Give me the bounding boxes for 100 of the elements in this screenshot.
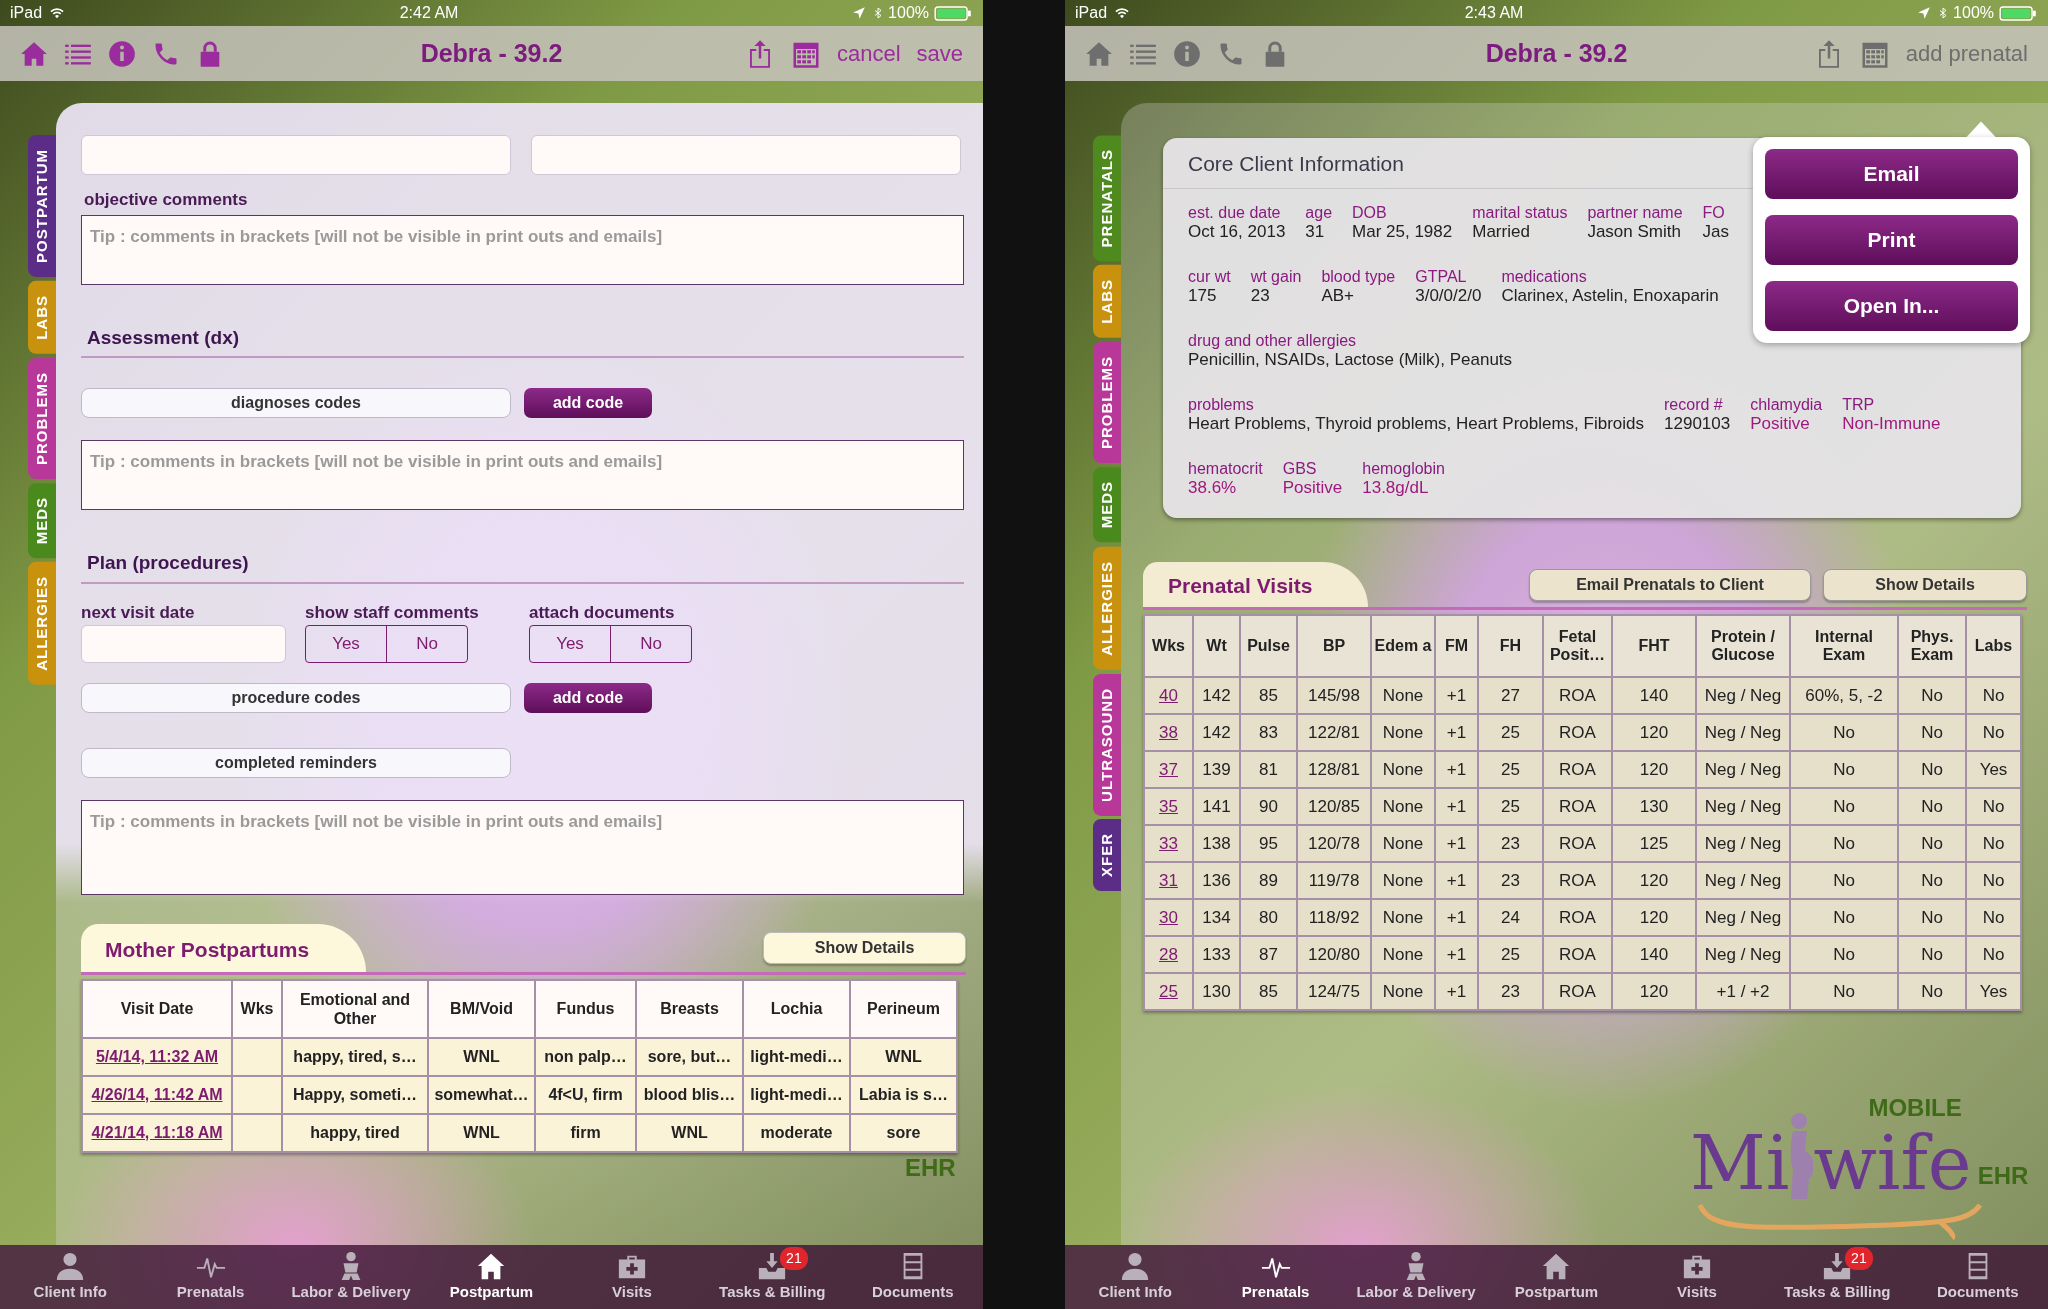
table-cell: ROA — [1543, 751, 1612, 788]
table-cell: sore, but… — [636, 1037, 743, 1076]
table-cell: ROA — [1543, 788, 1612, 825]
tab-bar-item[interactable]: Labor & Delivery — [280, 1245, 422, 1309]
field-value: Clarinex, Astelin, Enoxaparin — [1501, 285, 1719, 306]
tab-bar-item[interactable]: Postpartum — [421, 1245, 562, 1309]
table-cell: 145/98 — [1297, 677, 1371, 714]
segment-option[interactable]: Yes — [306, 626, 386, 662]
field-label: hematocrit — [1188, 458, 1263, 478]
table-cell: 90 — [1240, 788, 1297, 825]
table-cell: +1 / +2 — [1696, 973, 1790, 1010]
table-cell: 85 — [1240, 677, 1297, 714]
table-cell: 85 — [1240, 973, 1297, 1010]
tab-bar-item[interactable]: Prenatals — [1205, 1245, 1346, 1309]
table-cell: No — [1898, 677, 1966, 714]
menu-button[interactable]: Print — [1765, 215, 2018, 265]
field-label: GTPAL — [1415, 266, 1468, 286]
comments-field[interactable]: Tip : comments in brackets [will not be visible in print outs and emails] — [81, 440, 964, 510]
side-tab[interactable]: XFER — [1093, 819, 1121, 892]
comments-field[interactable]: Tip : comments in brackets [will not be visible in print outs and emails] — [81, 214, 964, 285]
field-value: 31 — [1305, 221, 1326, 242]
tab-bar-item[interactable]: Visits — [1626, 1245, 1768, 1309]
table-cell: 120/85 — [1297, 788, 1371, 825]
table-cell: WNL — [850, 1037, 957, 1076]
table-cell: 25 — [1478, 936, 1543, 973]
info-icon[interactable] — [1173, 39, 1201, 68]
side-tab[interactable]: ULTRASOUND — [1093, 673, 1121, 816]
notification-badge: 21 — [1845, 1247, 1873, 1270]
tab-bar-item[interactable]: Client Info — [0, 1245, 141, 1309]
table-cell: No — [1790, 973, 1898, 1010]
table-cell: 25 — [1478, 751, 1543, 788]
field-label: cur wt — [1188, 266, 1231, 286]
menu-button[interactable]: Open In... — [1765, 281, 2018, 331]
date-field[interactable] — [81, 625, 286, 663]
table-cell: Labia is s… — [850, 1075, 957, 1114]
notification-badge: 21 — [780, 1247, 808, 1270]
tab-bar-item[interactable]: Tasks & Billing 21 — [1767, 1245, 1908, 1309]
column-header: Wks — [1144, 615, 1193, 677]
text-field[interactable] — [81, 135, 511, 175]
side-tab[interactable]: POSTPARTUM — [28, 135, 56, 277]
table-cell: 120 — [1612, 714, 1696, 751]
table-cell: 136 — [1193, 862, 1240, 899]
side-tab[interactable]: PROBLEMS — [28, 357, 56, 479]
table-cell: Neg / Neg — [1696, 936, 1790, 973]
table-cell: No — [1966, 899, 2021, 936]
segment-option[interactable]: Yes — [530, 626, 610, 662]
email-button[interactable]: Email Prenatals to Client — [1529, 569, 1811, 601]
field-label: FO — [1702, 202, 1726, 222]
field-label: age — [1305, 202, 1333, 222]
inbox-download-icon — [757, 1251, 788, 1281]
tab-bar-item[interactable]: Labor & Delivery — [1345, 1245, 1487, 1309]
column-header: Labs — [1966, 615, 2021, 677]
side-tab[interactable]: MEDS — [1093, 467, 1121, 543]
field-value: Jas — [1702, 221, 1729, 242]
side-tab[interactable]: MEDS — [28, 482, 56, 559]
table-cell: WNL — [428, 1037, 535, 1076]
table-cell: 139 — [1193, 751, 1240, 788]
tab-bar-item[interactable]: Postpartum — [1486, 1245, 1627, 1309]
codes-field[interactable]: procedure codes — [81, 683, 511, 713]
field-label: objective comments — [84, 189, 249, 211]
show-details-button[interactable]: Show Details — [1823, 569, 2027, 601]
segment-option[interactable]: No — [610, 626, 691, 662]
tab-bar-item[interactable]: Prenatals — [140, 1245, 281, 1309]
tab-bar-item[interactable]: Visits — [561, 1245, 703, 1309]
tab-bar-item[interactable]: Client Info — [1065, 1245, 1206, 1309]
comments-field[interactable]: Tip : comments in brackets [will not be visible in print outs and emails] — [81, 800, 964, 895]
table-cell: No — [1898, 862, 1966, 899]
table-cell: blood blis… — [636, 1075, 743, 1114]
info-icon[interactable] — [108, 39, 136, 68]
tab-bar-item[interactable]: Documents — [842, 1245, 983, 1309]
table-cell: 122/81 — [1297, 714, 1371, 751]
table-cell: 120 — [1612, 862, 1696, 899]
add-code-button[interactable]: add code — [524, 683, 652, 713]
field-value: AB+ — [1321, 285, 1355, 306]
field-label: drug and other allergies — [1188, 330, 1358, 350]
field-label: hemoglobin — [1362, 458, 1445, 478]
table-cell: Neg / Neg — [1696, 751, 1790, 788]
table-cell: 60%, 5, -2 — [1790, 677, 1898, 714]
table-cell: Neg / Neg — [1696, 862, 1790, 899]
segment-option[interactable]: No — [386, 626, 467, 662]
table-cell: No — [1898, 751, 1966, 788]
side-tab[interactable]: PROBLEMS — [1093, 342, 1121, 464]
table-cell: 87 — [1240, 936, 1297, 973]
column-header: FH — [1478, 615, 1543, 677]
table-cell: +1 — [1435, 714, 1478, 751]
menu-button[interactable]: Email — [1765, 149, 2018, 199]
text-field[interactable] — [531, 135, 961, 175]
field-value: Penicillin, NSAIDs, Lactose (Milk), Peanuts — [1188, 349, 1513, 370]
table-cell: +1 — [1435, 862, 1478, 899]
table-cell: No — [1790, 825, 1898, 862]
add-code-button[interactable]: add code — [524, 388, 652, 418]
codes-field[interactable]: diagnoses codes — [81, 388, 511, 418]
column-header: Emotional and Other — [282, 979, 428, 1038]
table-cell: 128/81 — [1297, 751, 1371, 788]
tab-bar-item[interactable]: Tasks & Billing 21 — [702, 1245, 843, 1309]
table-cell: moderate — [743, 1113, 850, 1152]
side-tab[interactable]: PRENATALS — [1093, 135, 1121, 262]
reminders-field[interactable]: completed reminders — [81, 748, 511, 778]
show-details-button[interactable]: Show Details — [763, 931, 966, 964]
tab-bar-item[interactable]: Documents — [1907, 1245, 2048, 1309]
